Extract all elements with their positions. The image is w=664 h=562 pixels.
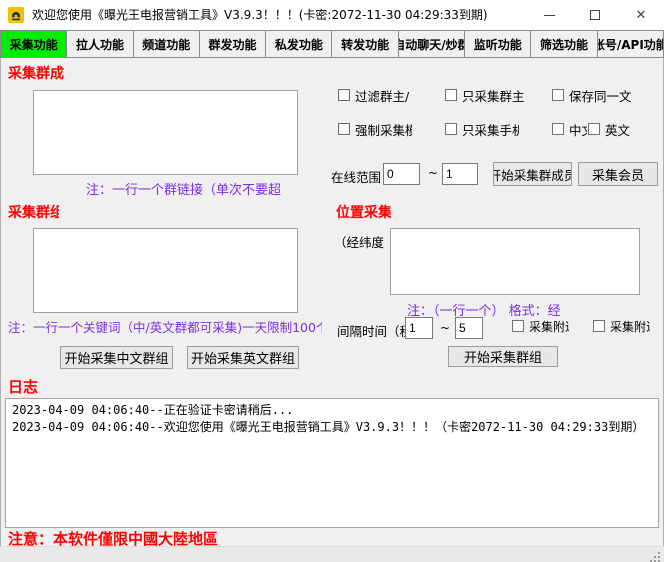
minimize-button[interactable]: [526, 0, 572, 30]
tab-monitor[interactable]: 监听功能: [465, 30, 531, 58]
group-links-textarea[interactable]: [33, 90, 298, 175]
only-owner-checkbox-group: 只采集群主: [445, 88, 532, 102]
start-collect-en-groups-button[interactable]: 开始采集英文群组: [187, 346, 299, 369]
keywords-note: 注：一行一个关键词（中/英文群都可采集)一天限制100个: [8, 317, 322, 336]
nearby-label-2: 采集附近: [610, 318, 650, 335]
tab-channel[interactable]: 频道功能: [134, 30, 200, 58]
online-range-label: 在线范围（: [331, 167, 383, 186]
start-collect-cn-groups-button[interactable]: 开始采集中文群组: [60, 346, 173, 369]
save-same-file-checkbox[interactable]: [552, 89, 564, 101]
online-range-from-input[interactable]: [383, 163, 420, 185]
force-collect-checkbox[interactable]: [338, 123, 350, 135]
tab-bar: 采集功能 拉人功能 频道功能 群发功能 私发功能 转发功能 自动聊天/炒群 监听…: [0, 30, 664, 58]
only-phone-checkbox[interactable]: [445, 123, 457, 135]
interval-label: 间隔时间（秒: [337, 321, 405, 340]
english-checkbox-group: 英文: [588, 122, 635, 136]
nearby-checkbox-group-1: 采集附近: [512, 319, 569, 333]
english-checkbox[interactable]: [588, 123, 600, 135]
only-owner-checkbox[interactable]: [445, 89, 457, 101]
coords-textarea[interactable]: [390, 228, 640, 295]
filter-owner-checkbox-group: 过滤群主/管: [338, 88, 410, 102]
save-same-file-label: 保存同一文: [569, 86, 637, 105]
interval-from-input[interactable]: [405, 317, 433, 339]
footer-warning: 注意：本软件僅限中國大陸地區: [8, 530, 428, 546]
app-window: 欢迎您使用《曝光王电报营销工具》V3.9.3！！！(卡密:2072-11-30 …: [0, 0, 664, 562]
tab-account-api[interactable]: 账号/API功能: [598, 30, 664, 58]
collect-member-button[interactable]: 采集会员: [578, 162, 658, 186]
start-collect-groups-button[interactable]: 开始采集群组: [448, 346, 558, 367]
filter-owner-checkbox[interactable]: [338, 89, 350, 101]
nearby-checkbox-2[interactable]: [593, 320, 605, 332]
chinese-label: 中文: [569, 120, 587, 139]
chinese-checkbox[interactable]: [552, 123, 564, 135]
only-owner-label: 只采集群主: [462, 86, 532, 105]
log-line: 2023-04-09 04:06:40--欢迎您使用《曝光王电报营销工具》V3.…: [12, 419, 652, 436]
nearby-checkbox-1[interactable]: [512, 320, 524, 332]
tab-invite[interactable]: 拉人功能: [67, 30, 133, 58]
app-icon: [8, 7, 24, 23]
online-range-separator: ~: [428, 166, 438, 180]
close-icon: ✕: [636, 9, 647, 22]
force-collect-label: 强制采集模: [355, 120, 412, 139]
maximize-button[interactable]: [572, 0, 618, 30]
only-phone-checkbox-group: 只采集手机: [445, 122, 519, 136]
online-range-to-input[interactable]: [442, 163, 478, 185]
window-title: 欢迎您使用《曝光王电报营销工具》V3.9.3！！！(卡密:2072-11-30 …: [32, 0, 488, 30]
tab-mass-send[interactable]: 群发功能: [200, 30, 266, 58]
interval-separator: ~: [440, 321, 450, 335]
minimize-icon: [544, 15, 555, 16]
location-collect-title: 位置采集: [336, 202, 391, 222]
member-collect-title: 采集群成员: [8, 63, 65, 83]
nearby-checkbox-group-2: 采集附近: [593, 319, 650, 333]
maximize-icon: [590, 10, 600, 20]
filter-owner-label: 过滤群主/管: [355, 86, 410, 105]
chinese-checkbox-group: 中文: [552, 122, 587, 136]
latlng-label: （经纬度: [334, 232, 389, 251]
group-collect-title: 采集群组: [8, 202, 59, 222]
only-phone-label: 只采集手机: [462, 120, 519, 139]
nearby-label-1: 采集附近: [529, 318, 569, 335]
tab-filter[interactable]: 筛选功能: [531, 30, 597, 58]
log-line: 2023-04-09 04:06:40--正在验证卡密请稍后...: [12, 402, 652, 419]
log-title: 日志: [8, 376, 48, 397]
interval-to-input[interactable]: [455, 317, 483, 339]
title-bar: 欢迎您使用《曝光王电报营销工具》V3.9.3！！！(卡密:2072-11-30 …: [0, 0, 664, 30]
force-collect-checkbox-group: 强制采集模: [338, 122, 412, 136]
english-label: 英文: [605, 120, 635, 139]
group-links-note: 注：一行一个群链接（单次不要超: [86, 179, 298, 198]
tab-forward[interactable]: 转发功能: [332, 30, 398, 58]
tab-collect[interactable]: 采集功能: [0, 30, 67, 58]
save-same-file-checkbox-group: 保存同一文: [552, 88, 637, 102]
status-bar: [0, 546, 664, 562]
log-output[interactable]: 2023-04-09 04:06:40--正在验证卡密请稍后... 2023-0…: [5, 398, 659, 528]
close-button[interactable]: ✕: [618, 0, 664, 30]
tab-private-send[interactable]: 私发功能: [266, 30, 332, 58]
tab-auto-chat[interactable]: 自动聊天/炒群: [399, 30, 465, 58]
keywords-textarea[interactable]: [33, 228, 298, 313]
resize-grip-icon[interactable]: [650, 548, 661, 559]
start-collect-members-button[interactable]: 开始采集群成员: [493, 162, 572, 186]
